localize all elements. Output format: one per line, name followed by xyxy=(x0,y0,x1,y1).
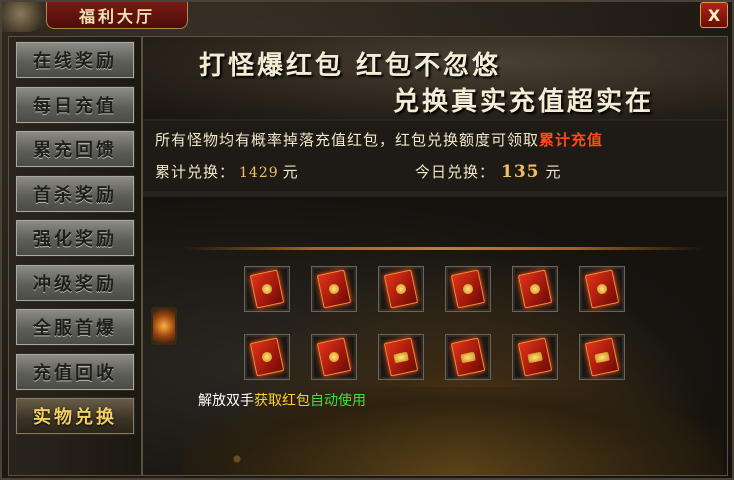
info-description: 所有怪物均有概率掉落充值红包，红包兑换额度可领取累计充值 xyxy=(155,129,603,150)
red-envelope-icon xyxy=(249,337,285,377)
sidebar-item-daily-recharge[interactable]: 每日充值 xyxy=(15,85,135,124)
today-unit: 元 xyxy=(545,163,562,181)
banner-line2: 兑换真实充值超实在 xyxy=(393,87,655,117)
footer-part1: 解放双手 xyxy=(198,393,254,409)
item-slot[interactable] xyxy=(445,334,491,380)
item-slot[interactable] xyxy=(311,334,357,380)
item-slot[interactable] xyxy=(311,266,357,312)
envelope-seal-icon xyxy=(328,351,340,363)
total-label: 累计兑换： xyxy=(155,163,236,181)
envelope-seal-icon xyxy=(462,283,474,295)
main-panel: 打怪爆红包 红包不忽悠 兑换真实充值超实在 所有怪物均有概率掉落充值红包，红包兑… xyxy=(142,36,728,476)
today-value: 135 xyxy=(501,162,540,182)
item-slot[interactable] xyxy=(579,266,625,312)
footer-part2: 获取红包 xyxy=(254,393,310,409)
welfare-hall-window: 福利大厅 X 在线奖励 每日充值 累充回馈 首杀奖励 强化奖励 冲级奖励 全服首… xyxy=(0,0,734,480)
total-value: 1429 xyxy=(239,165,279,181)
envelope-seal-icon xyxy=(395,283,407,295)
highlight-text: 累计充值 xyxy=(539,131,604,149)
gold-red-envelope-icon xyxy=(383,337,419,377)
dungeon-scene xyxy=(143,197,727,475)
glow-divider xyxy=(183,247,703,250)
red-envelope-icon xyxy=(517,269,553,309)
envelope-seal-icon xyxy=(261,351,273,363)
sidebar-item-physical-exchange[interactable]: 实物兑换 xyxy=(15,397,135,435)
total-unit: 元 xyxy=(282,163,299,181)
item-slot[interactable] xyxy=(579,334,625,380)
footer-part3: 自动使用 xyxy=(310,393,366,409)
envelope-seal-icon xyxy=(596,283,608,295)
description-text: 所有怪物均有概率掉落充值红包，红包兑换额度可领取 xyxy=(155,131,540,149)
window-title: 福利大厅 xyxy=(46,2,188,29)
sidebar: 在线奖励 每日充值 累充回馈 首杀奖励 强化奖励 冲级奖励 全服首爆 充值回收 … xyxy=(8,36,142,476)
envelope-seal-icon xyxy=(328,283,340,295)
item-slot[interactable] xyxy=(512,334,558,380)
today-label: 今日兑换： xyxy=(415,163,496,181)
envelope-seal-icon xyxy=(527,351,543,363)
envelope-seal-icon xyxy=(393,351,409,363)
sidebar-item-level-reward[interactable]: 冲级奖励 xyxy=(15,263,135,302)
item-slot[interactable] xyxy=(244,334,290,380)
sidebar-item-server-first-drop[interactable]: 全服首爆 xyxy=(15,308,135,346)
item-slot[interactable] xyxy=(244,266,290,312)
sidebar-item-online-reward[interactable]: 在线奖励 xyxy=(15,41,135,79)
item-slot[interactable] xyxy=(378,266,424,312)
item-slot[interactable] xyxy=(378,334,424,380)
banner-line1: 打怪爆红包 红包不忽悠 xyxy=(199,51,502,81)
sidebar-item-first-kill[interactable]: 首杀奖励 xyxy=(15,174,135,213)
red-envelope-icon xyxy=(450,269,486,309)
red-envelope-icon xyxy=(584,269,620,309)
today-exchange: 今日兑换： 135 元 xyxy=(415,161,562,182)
envelope-seal-icon xyxy=(594,351,610,363)
gold-red-envelope-icon xyxy=(450,337,486,377)
envelope-seal-icon xyxy=(529,283,541,295)
footer-text: 解放双手获取红包自动使用 xyxy=(198,390,366,410)
envelope-seal-icon xyxy=(460,351,476,363)
banner: 打怪爆红包 红包不忽悠 兑换真实充值超实在 xyxy=(143,37,727,119)
lantern-icon xyxy=(151,307,177,345)
close-button[interactable]: X xyxy=(700,2,728,28)
gold-red-envelope-icon xyxy=(584,337,620,377)
red-envelope-icon xyxy=(316,337,352,377)
red-envelope-icon xyxy=(316,269,352,309)
envelope-seal-icon xyxy=(261,283,273,295)
info-panel: 所有怪物均有概率掉落充值红包，红包兑换额度可领取累计充值 累计兑换： 1429 元 … xyxy=(143,121,727,191)
item-slot[interactable] xyxy=(445,266,491,312)
red-envelope-icon xyxy=(249,269,285,309)
sidebar-item-enhance-reward[interactable]: 强化奖励 xyxy=(15,219,135,257)
sidebar-item-cumulative-recharge[interactable]: 累充回馈 xyxy=(15,130,135,168)
sidebar-item-recharge-recycle[interactable]: 充值回收 xyxy=(15,352,135,391)
total-exchange: 累计兑换： 1429 元 xyxy=(155,161,299,182)
dragon-ornament-icon xyxy=(2,2,48,32)
gold-red-envelope-icon xyxy=(517,337,553,377)
red-envelope-icon xyxy=(383,269,419,309)
item-slot[interactable] xyxy=(512,266,558,312)
